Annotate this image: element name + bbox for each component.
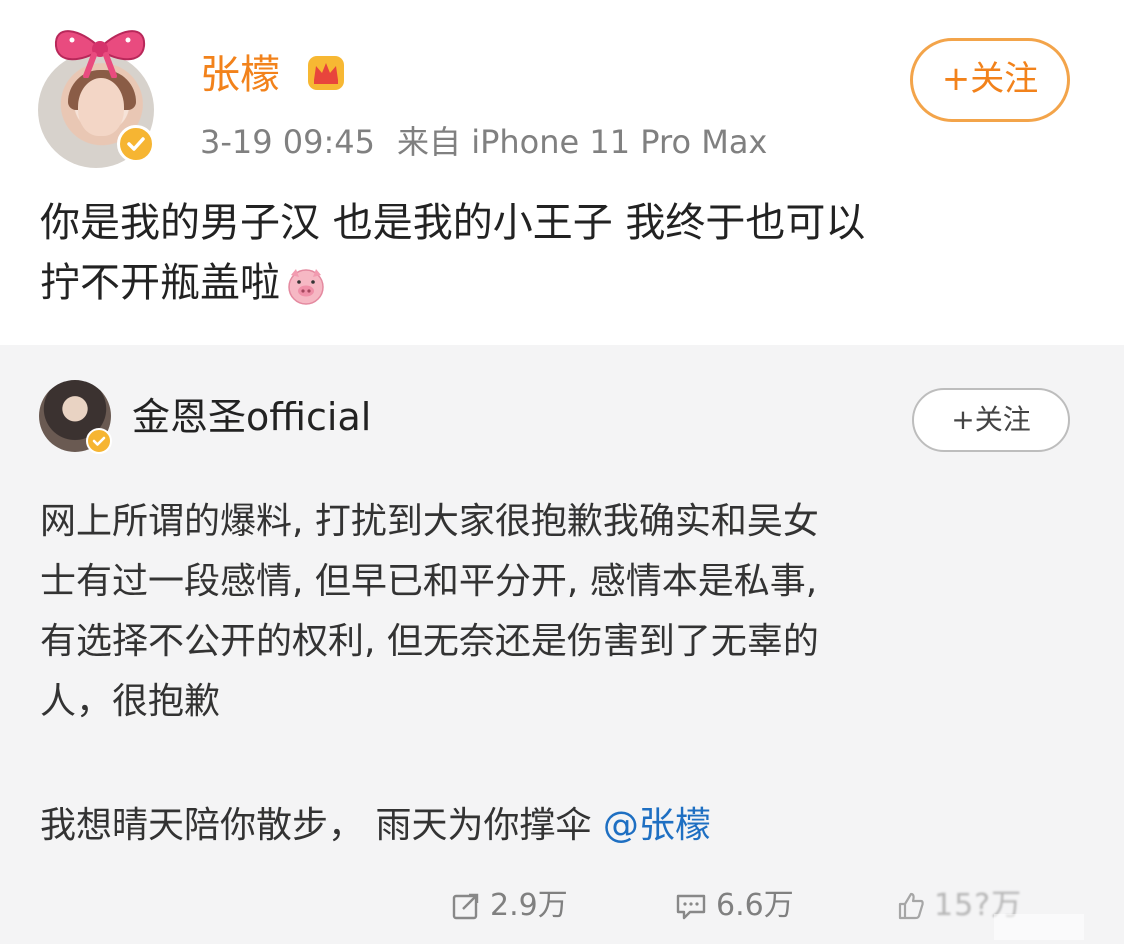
watermark-overlay xyxy=(994,914,1084,940)
share-icon xyxy=(452,893,479,920)
author-name[interactable]: 张檬 xyxy=(200,50,280,100)
thumbs-up-icon xyxy=(898,892,924,920)
comment-button[interactable]: 6.6万 xyxy=(674,884,794,928)
post-text-line2: 拧不开瓶盖啦 xyxy=(40,260,280,306)
pig-emoji-icon xyxy=(288,269,324,305)
post-text-line1: 你是我的男子汉 也是我的小王子 我终于也可以 xyxy=(40,200,866,246)
repost-line: 有选择不公开的权利, 但无奈还是伤害到了无辜的 xyxy=(40,621,819,662)
repost-quote: 我想晴天陪你散步， 雨天为你撑伞 @张檬 xyxy=(40,796,711,856)
post-time: 3-19 09:45 xyxy=(200,123,376,161)
post-content: 你是我的男子汉 也是我的小王子 我终于也可以 拧不开瓶盖啦 xyxy=(40,193,1090,313)
repost-author-name[interactable]: 金恩圣official xyxy=(132,393,371,441)
mention-link[interactable]: @张檬 xyxy=(603,805,711,846)
repost-line: 士有过一段感情, 但早已和平分开, 感情本是私事, xyxy=(40,561,818,602)
comment-count: 6.6万 xyxy=(716,888,794,923)
post-meta: 3-19 09:45 来自 iPhone 11 Pro Max xyxy=(200,120,767,164)
bow-icon xyxy=(54,30,146,78)
repost-follow-button[interactable]: +关注 xyxy=(912,388,1070,452)
repost-line: 网上所谓的爆料, 打扰到大家很抱歉我确实和吴女 xyxy=(40,501,819,542)
crown-icon xyxy=(308,56,344,90)
avatar-face xyxy=(78,78,124,136)
post-source[interactable]: 来自 iPhone 11 Pro Max xyxy=(397,123,767,161)
quote-text: 我想晴天陪你散步， 雨天为你撑伞 xyxy=(40,805,603,846)
comment-icon xyxy=(676,894,706,920)
share-count: 2.9万 xyxy=(490,888,568,923)
repost-paragraph: 网上所谓的爆料, 打扰到大家很抱歉我确实和吴女 士有过一段感情, 但早已和平分开… xyxy=(40,492,1090,732)
verified-badge-icon xyxy=(86,428,112,454)
follow-button[interactable]: +关注 xyxy=(910,38,1070,122)
share-button[interactable]: 2.9万 xyxy=(450,884,568,928)
repost-line: 人，很抱歉 xyxy=(40,681,221,722)
verified-badge-icon xyxy=(117,125,155,163)
